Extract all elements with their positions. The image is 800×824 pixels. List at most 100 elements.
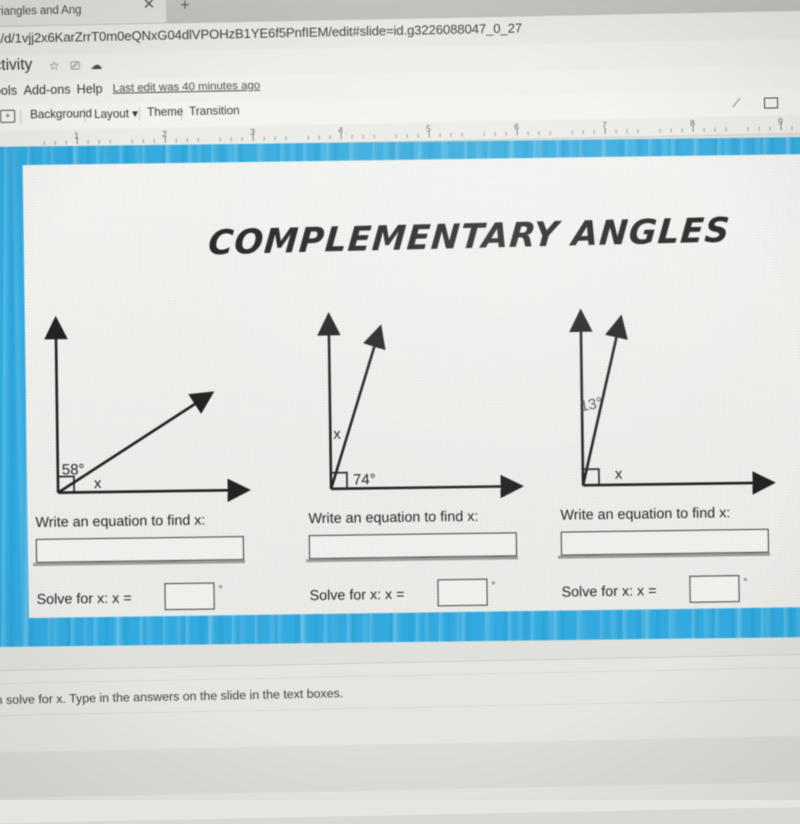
ruler-tick bbox=[241, 137, 243, 142]
new-tab-icon[interactable]: + bbox=[174, 0, 196, 15]
angle-label-bottom-1: x bbox=[94, 475, 102, 492]
ruler-tick bbox=[439, 133, 441, 138]
line-icon[interactable]: ⟋ bbox=[732, 96, 741, 111]
answer-box-2[interactable] bbox=[437, 578, 488, 607]
prompt-2: Write an equation to find x: bbox=[308, 508, 479, 528]
ruler-tick bbox=[461, 132, 463, 137]
angle-label-top-1: 58° bbox=[62, 461, 85, 478]
ruler-tick bbox=[340, 133, 342, 140]
ruler-tick bbox=[274, 136, 276, 141]
ruler-tick bbox=[780, 124, 782, 131]
ruler-tick bbox=[98, 139, 100, 144]
ruler-tick bbox=[637, 129, 639, 134]
slide-canvas: COMPLEMENTARY ANGLES 58° x Write an equa… bbox=[0, 133, 800, 671]
ruler-tick bbox=[549, 130, 551, 135]
ruler-tick bbox=[131, 139, 133, 144]
laptop-screen-photo: erie Luna - Triangles and Ang ✕ + ation/… bbox=[0, 0, 800, 824]
degree-symbol-3: ° bbox=[743, 577, 748, 589]
solve-label-1: Solve for x: x = bbox=[36, 590, 132, 608]
ruler-tick bbox=[373, 134, 375, 139]
ruler-tick bbox=[582, 130, 584, 135]
menu-item-help[interactable]: Help bbox=[77, 82, 103, 97]
solve-label-3: Solve for x: x = bbox=[561, 583, 657, 601]
cloud-saved-icon[interactable]: ☁ bbox=[89, 58, 103, 73]
ruler-tick bbox=[252, 134, 254, 141]
answer-box-3[interactable] bbox=[689, 575, 740, 603]
ruler-tick bbox=[76, 138, 78, 145]
layout-button[interactable]: Layout ▾ bbox=[94, 106, 138, 121]
ruler-tick bbox=[329, 135, 331, 140]
angle-diagram-1: 58° x bbox=[44, 315, 251, 502]
ruler-tick bbox=[769, 126, 771, 131]
theme-button[interactable]: Theme bbox=[147, 105, 183, 119]
ruler-tick bbox=[54, 140, 56, 145]
close-icon[interactable]: ✕ bbox=[141, 0, 157, 13]
equation-box-3[interactable] bbox=[560, 528, 770, 556]
toolbar-divider bbox=[20, 109, 22, 124]
angle-label-top-2: x bbox=[333, 426, 341, 443]
slide-content-area[interactable]: COMPLEMENTARY ANGLES 58° x Write an equa… bbox=[22, 154, 800, 619]
problem-2: x 74° Write an equation to find x: Solve… bbox=[303, 308, 572, 612]
ruler-tick bbox=[197, 137, 199, 143]
ruler-tick bbox=[659, 128, 661, 133]
ruler-tick bbox=[230, 137, 232, 142]
ruler-tick bbox=[725, 127, 727, 132]
ruler-tick bbox=[703, 127, 705, 132]
transition-button[interactable]: Transition bbox=[189, 104, 240, 118]
last-edit-status[interactable]: Last edit was 40 minutes ago bbox=[113, 80, 261, 95]
angle-diagram-2: x 74° bbox=[317, 312, 524, 499]
ruler-tick bbox=[670, 128, 672, 133]
angle-label-bottom-3: x bbox=[615, 466, 623, 483]
ruler-tick bbox=[494, 132, 496, 137]
solve-label-2: Solve for x: x = bbox=[309, 586, 405, 605]
star-icon[interactable]: ☆ bbox=[47, 59, 61, 74]
ruler-tick bbox=[747, 126, 749, 131]
equation-box-1[interactable] bbox=[35, 536, 245, 563]
menu-item-tools[interactable]: Tools bbox=[0, 84, 17, 99]
background-button[interactable]: Background bbox=[30, 107, 92, 121]
ruler-tick bbox=[615, 129, 617, 134]
ruler-tick bbox=[692, 126, 694, 133]
ruler-tick bbox=[516, 129, 518, 136]
address-bar-url: ation/d/1vjj2x6KarZrrT0m0eQNxG04dlVPOHzB… bbox=[0, 20, 523, 47]
ruler-tick bbox=[714, 127, 716, 132]
notes-divider bbox=[0, 666, 800, 685]
ruler-tick bbox=[43, 141, 45, 146]
equation-box-2[interactable] bbox=[308, 532, 518, 560]
ruler-tick bbox=[142, 139, 144, 144]
degree-symbol-1: ° bbox=[218, 584, 223, 596]
move-to-folder-icon[interactable]: ⎚ bbox=[68, 58, 82, 73]
new-slide-icon[interactable]: + bbox=[0, 109, 16, 123]
ruler-tick bbox=[450, 132, 452, 137]
prompt-1: Write an equation to find x: bbox=[35, 512, 206, 531]
ruler-tick bbox=[87, 140, 89, 145]
ruler-tick bbox=[219, 137, 221, 142]
ruler-tick bbox=[505, 131, 507, 136]
ruler-tick bbox=[362, 134, 364, 139]
ruler-tick bbox=[164, 136, 166, 143]
document-title[interactable]: g Activity bbox=[0, 56, 33, 75]
speaker-notes-pane[interactable]: hen solve for x. Type in the answers on … bbox=[0, 653, 800, 799]
rectangle-icon[interactable] bbox=[763, 97, 779, 109]
ruler-tick bbox=[604, 127, 606, 134]
menu-item-addons[interactable]: Add-ons bbox=[24, 83, 71, 98]
ruler-tick bbox=[681, 128, 683, 133]
ruler-tick bbox=[318, 135, 320, 140]
degree-symbol-2: ° bbox=[491, 580, 496, 592]
ruler-tick bbox=[571, 130, 573, 135]
ruler-tick bbox=[406, 133, 408, 138]
ruler-tick bbox=[417, 133, 419, 138]
ruler-tick bbox=[285, 136, 287, 141]
ruler-tick bbox=[538, 131, 540, 136]
ruler-tick bbox=[593, 130, 595, 135]
angle-label-bottom-2: 74° bbox=[353, 471, 376, 488]
ruler-tick bbox=[175, 138, 177, 143]
ruler-tick bbox=[428, 131, 430, 138]
ruler-tick bbox=[307, 135, 309, 140]
ruler-tick bbox=[109, 139, 111, 144]
answer-box-1[interactable] bbox=[164, 582, 215, 611]
ruler-tick bbox=[483, 132, 485, 137]
problem-3: 13° x Write an equation to find x: Solve… bbox=[555, 304, 800, 608]
slide-title[interactable]: COMPLEMENTARY ANGLES bbox=[207, 210, 732, 263]
ruler-tick bbox=[758, 126, 760, 131]
